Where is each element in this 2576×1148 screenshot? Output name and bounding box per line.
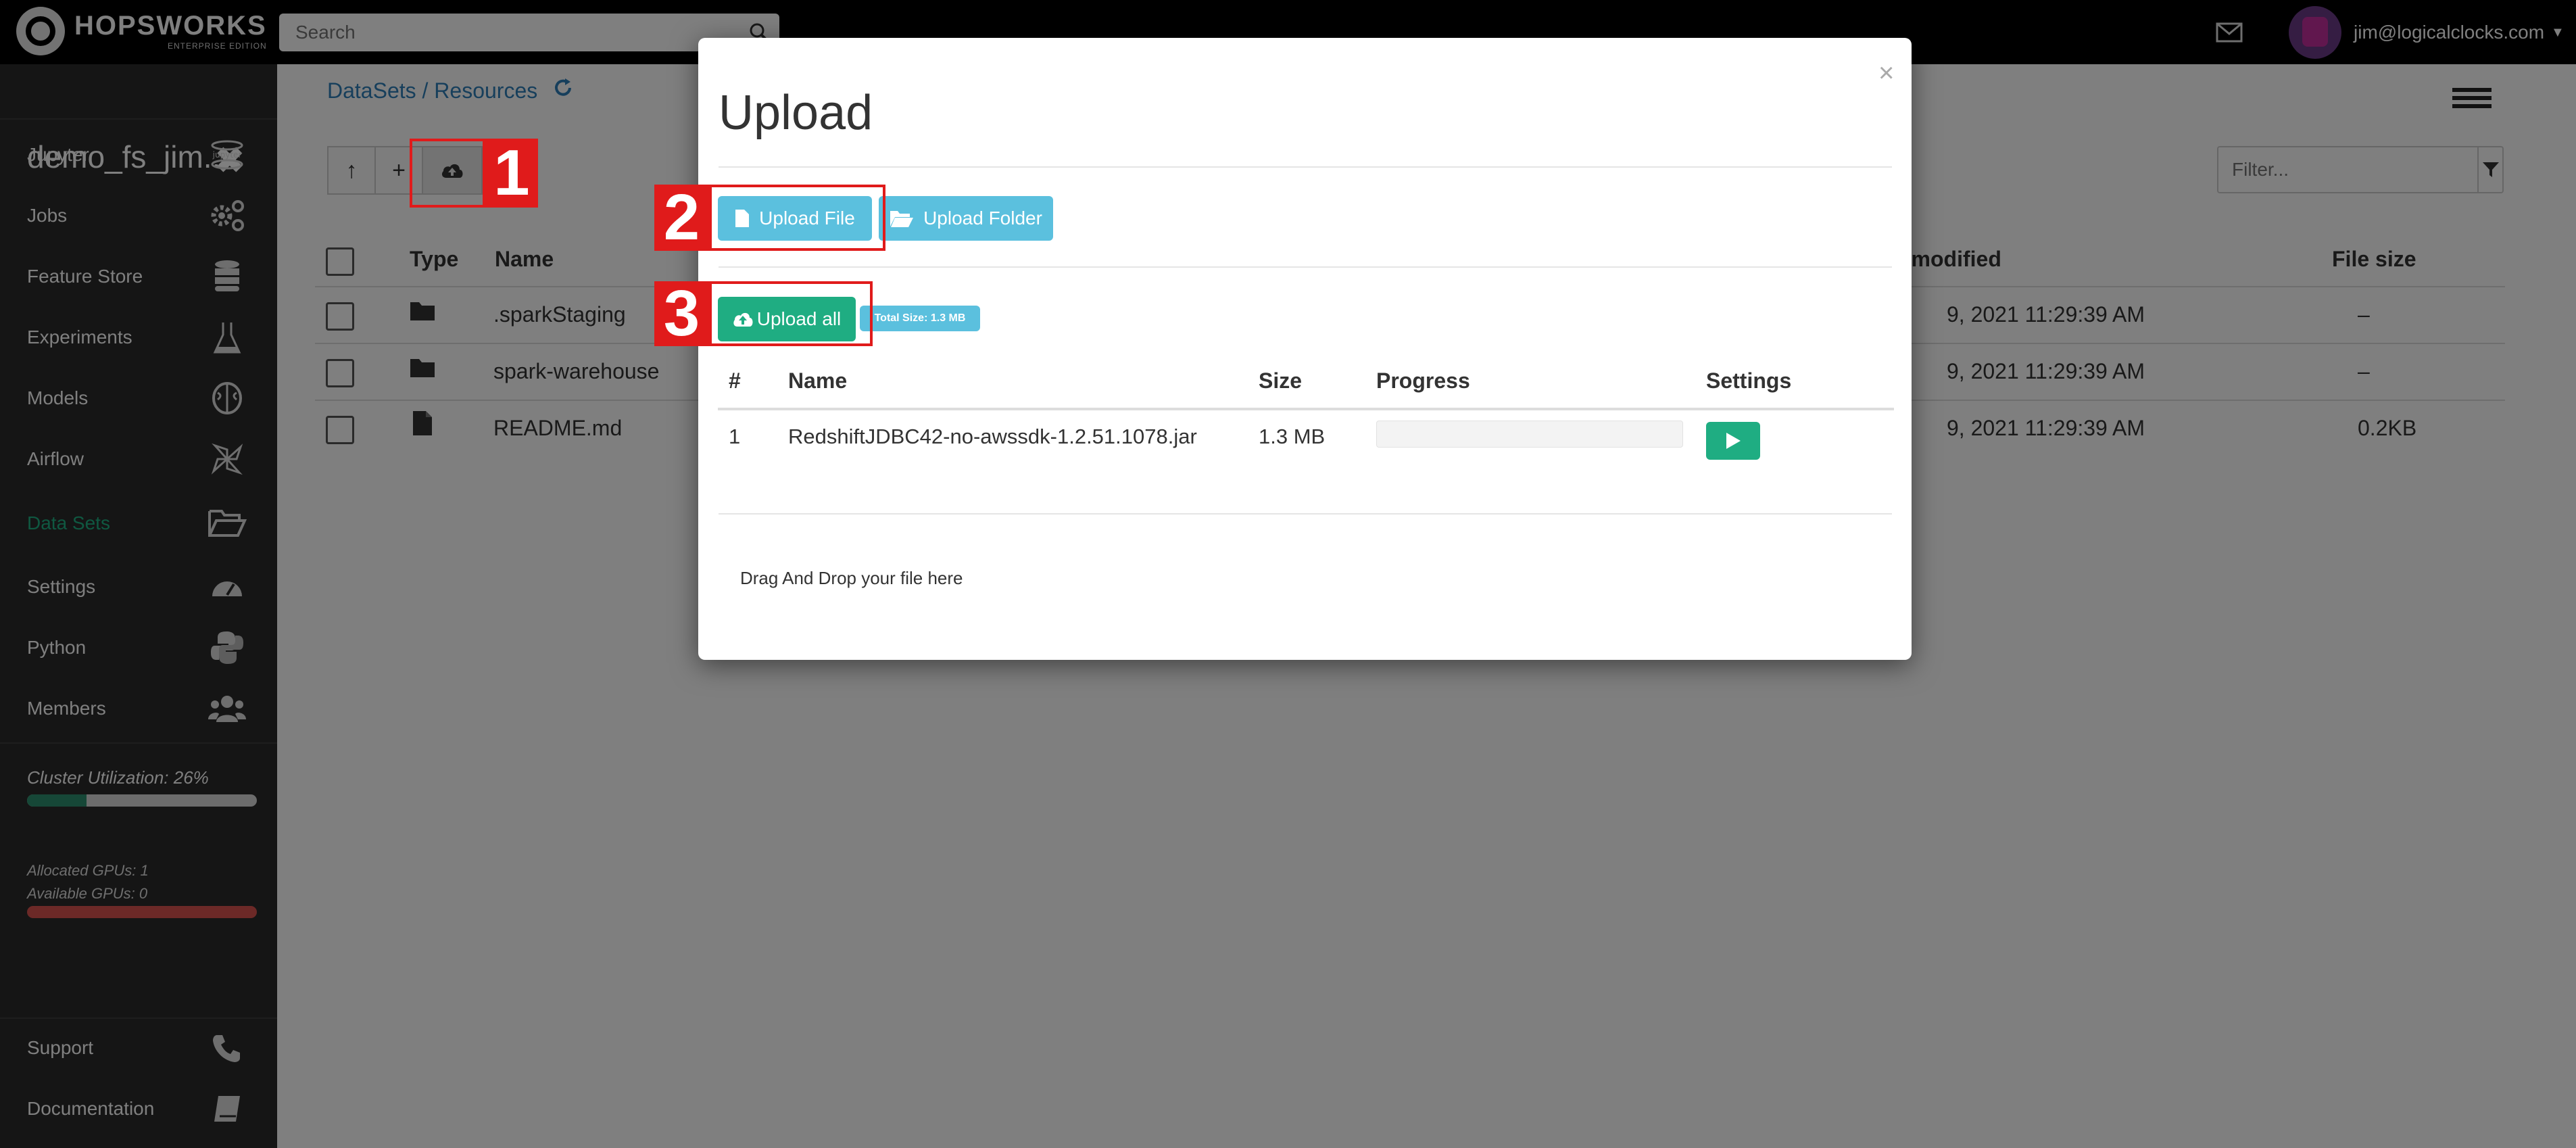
column-header-index: #: [729, 368, 741, 393]
annotation-box-3: [709, 281, 873, 346]
modal-title: Upload: [719, 86, 873, 140]
play-icon: [1726, 433, 1741, 449]
play-button[interactable]: [1706, 422, 1760, 460]
divider: [719, 166, 1892, 168]
annotation-box-1: [410, 139, 485, 208]
drop-zone-hint[interactable]: Drag And Drop your file here: [740, 568, 963, 589]
annotation-number-1: 1: [485, 139, 538, 208]
column-header-name: Name: [788, 368, 848, 393]
upload-file-name: RedshiftJDBC42-no-awssdk-1.2.51.1078.jar: [788, 425, 1197, 448]
upload-folder-label: Upload Folder: [923, 208, 1042, 229]
folder-open-icon: [890, 211, 914, 227]
close-icon[interactable]: ×: [1878, 59, 1894, 87]
column-header-progress: Progress: [1376, 368, 1470, 393]
annotation-number-3: 3: [654, 281, 709, 346]
column-header-size: Size: [1259, 368, 1303, 393]
column-header-settings: Settings: [1706, 368, 1792, 393]
annotation-number-2: 2: [654, 185, 709, 251]
upload-modal: Upload ×: [698, 38, 1912, 660]
file-index: 1: [729, 425, 741, 448]
upload-file-size: 1.3 MB: [1259, 425, 1326, 448]
upload-progress-bar: [1376, 421, 1683, 448]
divider: [719, 513, 1892, 515]
upload-folder-button[interactable]: Upload Folder: [879, 196, 1053, 241]
annotation-box-2: [709, 185, 885, 251]
table-header-divider: [718, 408, 1894, 410]
total-size-badge: Total Size: 1.3 MB: [860, 306, 980, 331]
divider: [719, 266, 1892, 268]
